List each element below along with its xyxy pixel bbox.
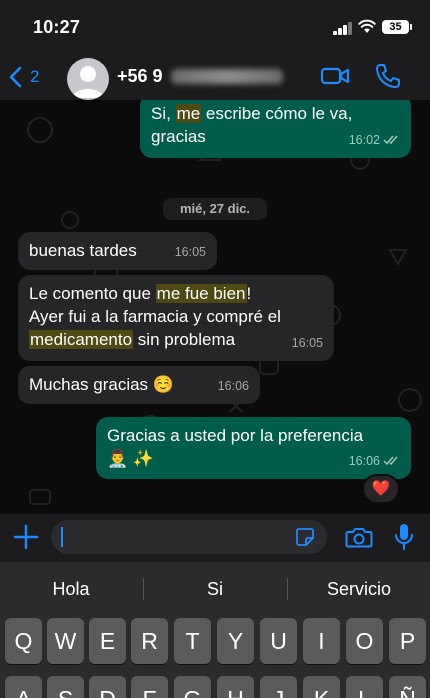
wifi-icon — [358, 19, 376, 33]
key-o[interactable]: O — [346, 618, 383, 664]
unread-count: 2 — [30, 67, 40, 86]
key-r[interactable]: R — [131, 618, 168, 664]
plus-icon[interactable] — [13, 524, 39, 550]
battery-icon: 35 — [382, 20, 412, 34]
message-text: Si, me escribe cómo le va, gracias — [151, 102, 352, 148]
key-u[interactable]: U — [260, 618, 297, 664]
search-highlight: medicamento — [29, 330, 134, 349]
redacted-number — [170, 69, 283, 84]
message-line: Si, me escribe cómo le va, — [151, 104, 353, 123]
message-outgoing[interactable]: Gracias a usted por la preferencia 👨‍⚕️ … — [96, 417, 411, 479]
chat-area[interactable]: Si, me escribe cómo le va, gracias 16:02… — [0, 100, 430, 514]
date-separator: mié, 27 dic. — [163, 198, 267, 220]
key-j[interactable]: J — [260, 676, 297, 698]
message-line: medicamento sin problema — [29, 330, 236, 349]
message-meta: 16:06 — [349, 450, 401, 473]
phone-call-icon[interactable] — [373, 62, 403, 90]
cellular-signal-icon — [333, 22, 353, 35]
suggestion-bar: Hola Si Servicio — [0, 570, 430, 608]
message-text: Le comento que me fue bien! Ayer fui a l… — [29, 282, 281, 351]
keyboard: Hola Si Servicio Q W E R T Y U I O P A S… — [0, 562, 430, 698]
message-line: Gracias a usted por la preferencia — [107, 426, 364, 445]
contact-name[interactable]: +56 9 — [117, 66, 283, 87]
search-highlight: me fue bien — [155, 284, 247, 303]
suggestion-item[interactable]: Hola — [0, 570, 142, 608]
person-icon — [72, 66, 104, 98]
status-bar: 10:27 35 — [0, 0, 430, 54]
key-h[interactable]: H — [217, 676, 254, 698]
status-time: 10:27 — [33, 17, 81, 37]
double-check-icon — [383, 135, 398, 145]
video-call-icon[interactable] — [320, 62, 350, 90]
message-time: 16:02 — [348, 133, 380, 147]
key-w[interactable]: W — [47, 618, 84, 664]
message-line: Ayer fui a la farmacia y compré el — [29, 307, 281, 326]
key-t[interactable]: T — [174, 618, 211, 664]
key-e[interactable]: E — [89, 618, 126, 664]
contact-name-text: +56 9 — [117, 66, 163, 86]
key-i[interactable]: I — [303, 618, 340, 664]
message-outgoing[interactable]: Si, me escribe cómo le va, gracias 16:02 — [140, 100, 411, 158]
key-f[interactable]: F — [131, 676, 168, 698]
message-time: 16:05 — [174, 245, 206, 259]
key-p[interactable]: P — [389, 618, 426, 664]
message-text: Gracias a usted por la preferencia 👨‍⚕️ … — [107, 424, 363, 470]
message-line: gracias — [151, 127, 206, 146]
message-line: Le comento que me fue bien! — [29, 284, 252, 303]
key-n-tilde[interactable]: Ñ — [389, 676, 426, 698]
chat-header: 2 +56 9 — [0, 54, 430, 100]
key-s[interactable]: S — [47, 676, 84, 698]
message-incoming[interactable]: Muchas gracias ☺️ 16:06 — [18, 366, 260, 404]
suggestion-item[interactable]: Servicio — [288, 570, 430, 608]
avatar[interactable] — [67, 58, 109, 100]
message-time: 16:05 — [291, 336, 323, 350]
message-line: 👨‍⚕️ ✨ — [107, 449, 155, 468]
camera-icon[interactable] — [345, 525, 373, 549]
message-incoming[interactable]: buenas tardes 16:05 — [18, 232, 217, 270]
key-y[interactable]: Y — [217, 618, 254, 664]
search-highlight: me — [175, 104, 202, 123]
double-check-icon — [383, 456, 398, 466]
key-g[interactable]: G — [174, 676, 211, 698]
message-meta: 16:02 — [349, 129, 401, 152]
message-time: 16:06 — [348, 454, 380, 468]
key-a[interactable]: A — [5, 676, 42, 698]
suggestion-item[interactable]: Si — [144, 570, 286, 608]
key-l[interactable]: L — [346, 676, 383, 698]
chevron-left-icon — [9, 66, 22, 88]
message-input[interactable] — [51, 520, 327, 554]
microphone-icon[interactable] — [394, 522, 414, 552]
heart-reaction[interactable]: ❤️ — [362, 474, 400, 504]
composer-bar — [0, 514, 430, 562]
message-time: 16:06 — [217, 379, 249, 393]
message-incoming[interactable]: Le comento que me fue bien! Ayer fui a l… — [18, 275, 334, 361]
message-text: buenas tardes — [29, 241, 137, 260]
back-button[interactable]: 2 — [8, 62, 39, 92]
key-q[interactable]: Q — [5, 618, 42, 664]
text-caret — [61, 527, 63, 547]
key-k[interactable]: K — [303, 676, 340, 698]
message-text: Muchas gracias ☺️ — [29, 375, 174, 394]
sticker-icon[interactable] — [295, 527, 315, 547]
key-d[interactable]: D — [89, 676, 126, 698]
